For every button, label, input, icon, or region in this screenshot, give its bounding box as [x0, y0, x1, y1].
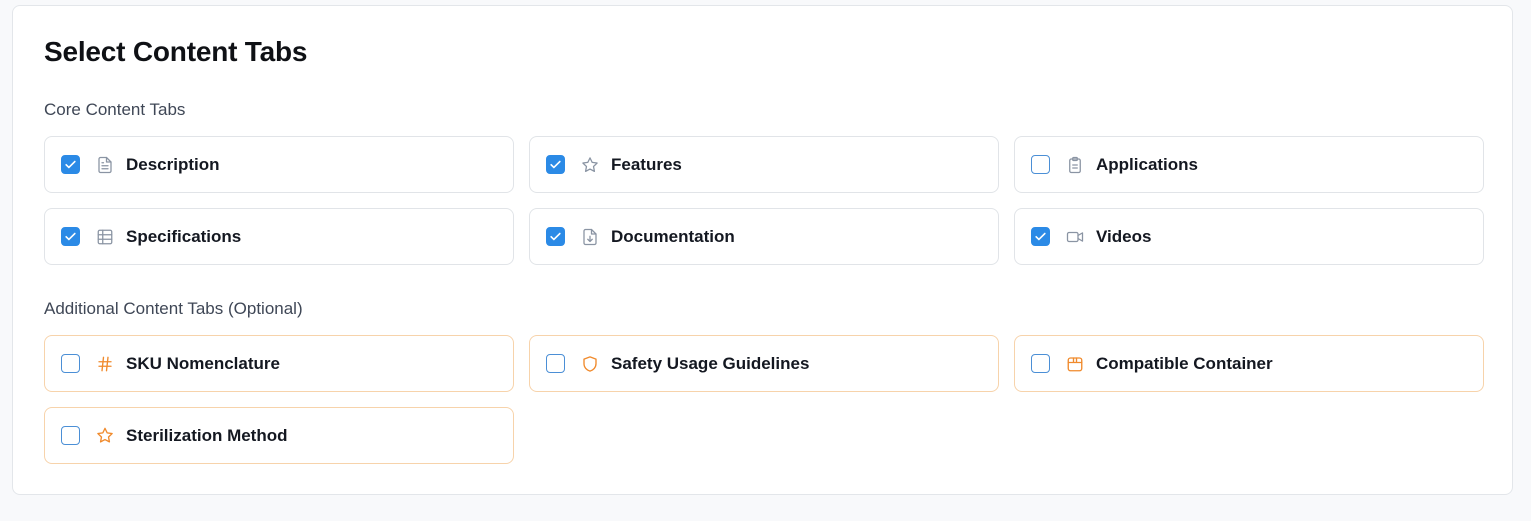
additional-section-heading: Additional Content Tabs (Optional) — [44, 299, 303, 318]
option-label: Features — [611, 154, 682, 174]
option-label: Description — [126, 154, 220, 174]
option-label: Documentation — [611, 226, 735, 246]
checkbox[interactable] — [1031, 155, 1050, 174]
star-icon — [581, 156, 599, 174]
checkbox[interactable] — [546, 155, 565, 174]
shield-icon — [581, 355, 599, 373]
option-label: Videos — [1096, 226, 1152, 246]
option-documentation[interactable]: Documentation — [529, 208, 999, 265]
checkbox[interactable] — [61, 354, 80, 373]
checkbox[interactable] — [546, 354, 565, 373]
option-safety-usage-guidelines[interactable]: Safety Usage Guidelines — [529, 335, 999, 392]
option-label: SKU Nomenclature — [126, 353, 280, 373]
hash-icon — [96, 355, 114, 373]
checkbox[interactable] — [1031, 354, 1050, 373]
option-label: Safety Usage Guidelines — [611, 353, 810, 373]
option-specifications[interactable]: Specifications — [44, 208, 514, 265]
option-description[interactable]: Description — [44, 136, 514, 193]
star-icon — [96, 427, 114, 445]
checkbox[interactable] — [546, 227, 565, 246]
container-icon — [1066, 355, 1084, 373]
option-videos[interactable]: Videos — [1014, 208, 1484, 265]
option-features[interactable]: Features — [529, 136, 999, 193]
table-icon — [96, 228, 114, 246]
option-applications[interactable]: Applications — [1014, 136, 1484, 193]
document-icon — [96, 156, 114, 174]
core-tabs-grid: Description Features Applications Specif… — [44, 136, 1484, 265]
checkbox[interactable] — [61, 227, 80, 246]
option-sku-nomenclature[interactable]: SKU Nomenclature — [44, 335, 514, 392]
content-tabs-card: Select Content Tabs Core Content Tabs De… — [12, 5, 1513, 495]
clipboard-icon — [1066, 156, 1084, 174]
additional-tabs-grid: SKU Nomenclature Safety Usage Guidelines… — [44, 335, 1484, 464]
video-icon — [1066, 228, 1084, 246]
checkbox[interactable] — [61, 155, 80, 174]
checkbox[interactable] — [1031, 227, 1050, 246]
option-sterilization-method[interactable]: Sterilization Method — [44, 407, 514, 464]
option-label: Specifications — [126, 226, 242, 246]
core-section-heading: Core Content Tabs — [44, 100, 186, 119]
file-download-icon — [581, 228, 599, 246]
checkbox[interactable] — [61, 426, 80, 445]
option-label: Sterilization Method — [126, 425, 288, 445]
option-compatible-container[interactable]: Compatible Container — [1014, 335, 1484, 392]
option-label: Compatible Container — [1096, 353, 1273, 373]
option-label: Applications — [1096, 154, 1199, 174]
page-title: Select Content Tabs — [44, 36, 308, 67]
